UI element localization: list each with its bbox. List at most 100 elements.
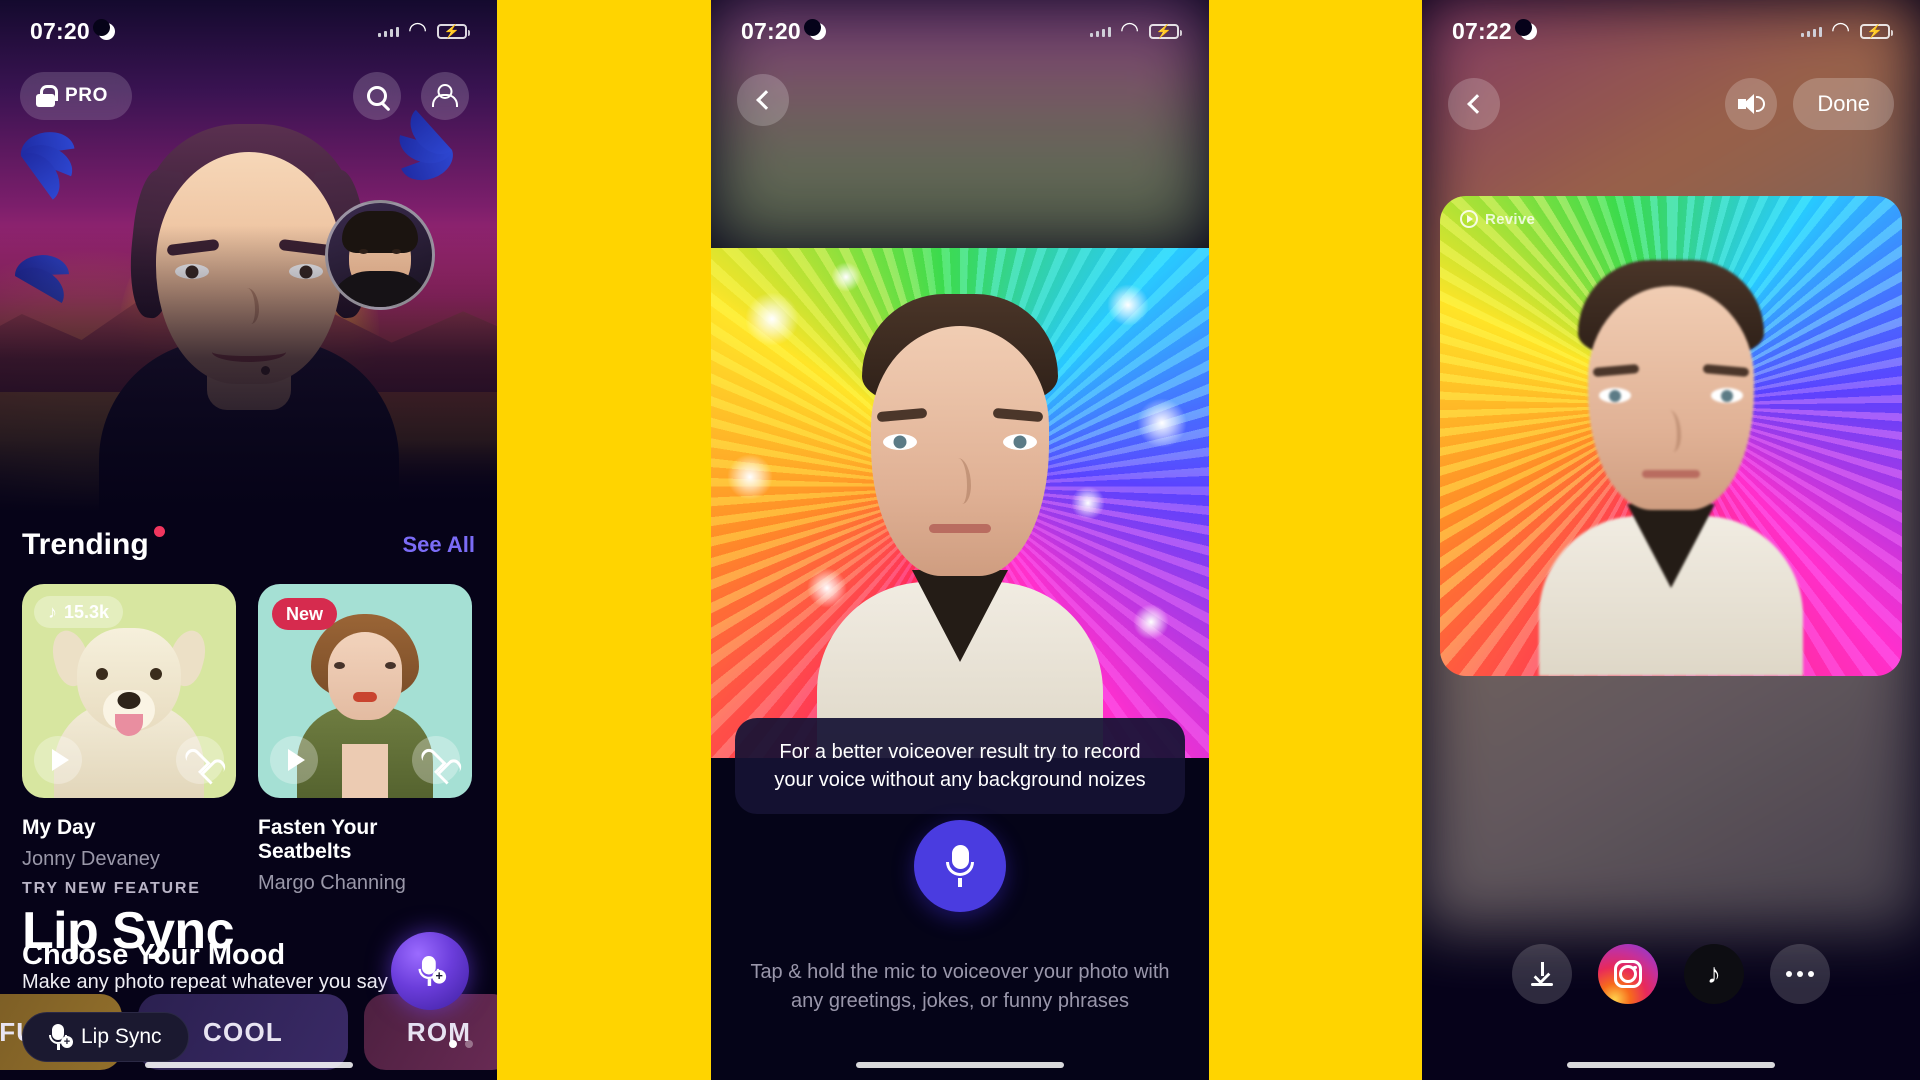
new-badge: New	[272, 598, 338, 630]
lock-icon	[36, 85, 58, 107]
play-icon	[288, 749, 305, 771]
instagram-icon	[1614, 960, 1642, 988]
gap-2	[1209, 0, 1422, 1080]
back-button[interactable]	[737, 74, 789, 126]
phone-panel-home: 07:20 ⚡ PRO TRY NEW FEATURE Lip Sync	[0, 0, 497, 1080]
chevron-left-icon	[1466, 94, 1487, 114]
more-button[interactable]	[1770, 944, 1830, 1004]
status-indicators: ⚡	[1800, 23, 1893, 39]
result-preview-card[interactable]: Revive	[1440, 196, 1902, 676]
hero-kicker: TRY NEW FEATURE	[22, 880, 201, 898]
heart-icon	[424, 749, 448, 771]
revive-logo-icon	[1460, 210, 1478, 228]
status-time: 07:20	[741, 18, 826, 45]
mic-add-icon: +	[49, 1024, 73, 1050]
signal-icon	[1089, 25, 1111, 37]
tiktok-button[interactable]: ♪	[1684, 944, 1744, 1004]
home-indicator	[144, 1062, 353, 1068]
list-item[interactable]: New Fasten Your Seatbelts Margo Channing	[258, 584, 472, 895]
screenshot-stage: 07:20 ⚡ PRO TRY NEW FEATURE Lip Sync	[0, 0, 1920, 1080]
download-button[interactable]	[1512, 944, 1572, 1004]
tiktok-icon: ♪	[1707, 958, 1721, 989]
home-indicator	[856, 1062, 1064, 1068]
pro-badge-button[interactable]: PRO	[20, 72, 132, 120]
carousel-dots[interactable]	[449, 1040, 473, 1048]
card-thumbnail[interactable]: ♪ 15.3k	[22, 584, 236, 798]
play-button[interactable]	[270, 736, 318, 784]
card-thumbnail[interactable]: New	[258, 584, 472, 798]
carousel-dot[interactable]	[465, 1040, 473, 1048]
battery-charging-icon: ⚡	[1860, 23, 1893, 39]
phone-panel-record: 07:20 ⚡ For a better voiceover result tr…	[711, 0, 1209, 1080]
moon-icon	[92, 18, 115, 40]
trending-title-text: Trending	[22, 528, 149, 561]
lip-sync-cta-button[interactable]: + Lip Sync	[22, 1012, 189, 1062]
status-time-text: 07:20	[741, 17, 801, 44]
photo-preview[interactable]	[711, 248, 1209, 758]
status-indicators: ⚡	[377, 23, 470, 39]
play-icon	[52, 749, 69, 771]
play-button[interactable]	[34, 736, 82, 784]
play-count-label: 15.3k	[64, 601, 110, 622]
profile-button[interactable]	[421, 72, 469, 120]
trending-cards: ♪ 15.3k My Day Jonny Devaney New Fasten …	[0, 584, 497, 895]
chevron-left-icon	[755, 90, 776, 110]
done-button-label: Done	[1817, 91, 1870, 116]
status-time-text: 07:20	[30, 17, 90, 44]
more-dots-icon	[1786, 971, 1814, 977]
card-author: Jonny Devaney	[22, 848, 160, 870]
lip-sync-cta-label: Lip Sync	[81, 1025, 162, 1048]
play-count-chip: ♪ 15.3k	[34, 596, 124, 628]
sound-toggle-button[interactable]	[1725, 78, 1778, 130]
status-time: 07:22	[1452, 18, 1537, 45]
share-actions: ♪	[1422, 944, 1920, 1004]
list-item[interactable]: ♪ 15.3k My Day Jonny Devaney	[22, 584, 236, 895]
battery-charging-icon: ⚡	[437, 23, 470, 39]
card-title: My Day	[22, 816, 96, 839]
watermark-label: Revive	[1485, 210, 1536, 228]
mic-fab-icon: +	[418, 956, 447, 986]
result-toolbar: Done	[1422, 76, 1920, 132]
trending-section: Trending See All ♪ 15.3k My Day Jonny De…	[0, 526, 497, 895]
result-toolbar-actions: Done	[1725, 78, 1894, 130]
status-bar: 07:20 ⚡	[711, 0, 1209, 62]
watermark: Revive	[1460, 210, 1535, 228]
new-badge-label: New	[286, 603, 324, 624]
battery-charging-icon: ⚡	[1149, 23, 1182, 39]
music-note-icon: ♪	[48, 601, 57, 622]
search-icon	[367, 86, 387, 106]
carousel-dot-active[interactable]	[449, 1040, 457, 1048]
gap-1	[497, 0, 711, 1080]
face-illustration	[815, 288, 1105, 758]
card-title: Fasten Your Seatbelts	[258, 816, 378, 863]
heart-icon	[188, 749, 212, 771]
wifi-icon	[1120, 24, 1140, 39]
section-title-trending: Trending	[22, 526, 165, 562]
avatar[interactable]	[325, 200, 435, 310]
back-button[interactable]	[1448, 78, 1500, 130]
status-badge	[153, 526, 165, 537]
phone-panel-result: Revive 07:22 ⚡ Done	[1422, 0, 1920, 1080]
done-button[interactable]: Done	[1793, 78, 1894, 130]
see-all-link[interactable]: See All	[402, 532, 475, 558]
mood-tab-label: COOL	[203, 1016, 283, 1047]
moon-icon	[1514, 18, 1537, 40]
face-illustration	[1537, 256, 1805, 676]
status-bar: 07:20 ⚡	[0, 0, 497, 62]
download-icon	[1531, 962, 1553, 986]
moon-icon	[803, 18, 826, 40]
status-time-text: 07:22	[1452, 17, 1512, 44]
status-indicators: ⚡	[1089, 23, 1182, 39]
speaker-icon	[1738, 93, 1766, 115]
instagram-button[interactable]	[1598, 944, 1658, 1004]
record-mic-button[interactable]	[914, 820, 1006, 912]
record-hint-text: Tap & hold the mic to voiceover your pho…	[750, 961, 1170, 1012]
status-bar: 07:22 ⚡	[1422, 0, 1920, 62]
trending-header: Trending See All	[0, 526, 497, 562]
like-button[interactable]	[176, 736, 224, 784]
lip-sync-fab-button[interactable]: +	[391, 932, 469, 1010]
wifi-icon	[1831, 24, 1851, 39]
like-button[interactable]	[412, 736, 460, 784]
search-button[interactable]	[353, 72, 401, 120]
microphone-icon	[945, 845, 975, 887]
